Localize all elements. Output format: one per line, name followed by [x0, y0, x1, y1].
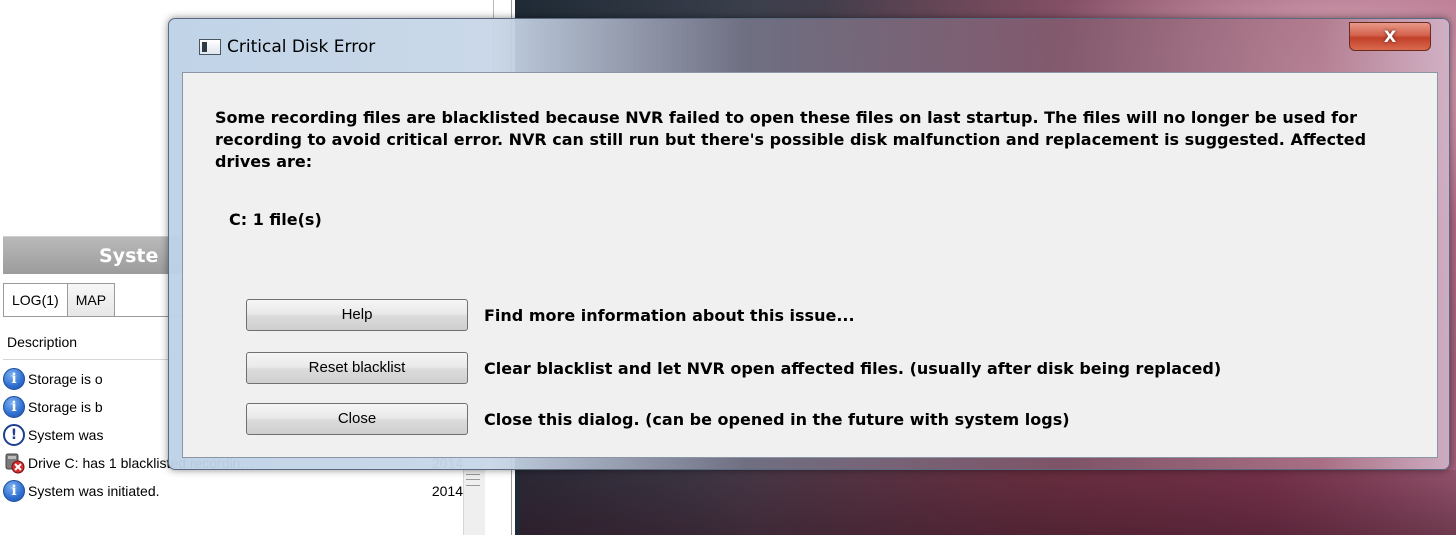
help-button[interactable]: Help: [246, 299, 468, 331]
action-row-help: Help Find more information about this is…: [246, 299, 855, 331]
error-message: Some recording files are blacklisted bec…: [215, 108, 1367, 171]
critical-disk-error-dialog: Critical Disk Error X Some recording fil…: [168, 18, 1450, 470]
reset-blacklist-description: Clear blacklist and let NVR open affecte…: [484, 358, 1222, 378]
help-description: Find more information about this issue..…: [484, 305, 855, 325]
close-window-button[interactable]: X: [1349, 22, 1431, 51]
info-icon: i: [3, 480, 25, 502]
close-description: Close this dialog. (can be opened in the…: [484, 409, 1070, 429]
drive-error-icon: [5, 453, 25, 474]
affected-drives: C: 1 file(s): [229, 210, 322, 229]
tab-map[interactable]: MAP: [66, 283, 116, 317]
tab-log[interactable]: LOG(1): [3, 283, 68, 317]
log-description: System was initiated.: [28, 483, 160, 499]
log-date: 2014: [431, 483, 463, 499]
info-icon: i: [3, 368, 25, 390]
dialog-body: Some recording files are blacklisted bec…: [182, 72, 1438, 458]
close-button[interactable]: Close: [246, 403, 468, 435]
desktop-shade: [520, 470, 1456, 535]
system-log-tabs: LOG(1) MAP: [3, 283, 116, 317]
dialog-titlebar[interactable]: Critical Disk Error X: [169, 19, 1449, 71]
screen: Syste LOG(1) MAP Description i Storage i…: [0, 0, 1456, 535]
action-row-reset: Reset blacklist Clear blacklist and let …: [246, 352, 1221, 384]
table-row[interactable]: i System was initiated. 2014: [3, 477, 463, 505]
warning-icon: !: [3, 424, 25, 446]
dialog-title: Critical Disk Error: [227, 37, 376, 57]
action-row-close: Close Close this dialog. (can be opened …: [246, 403, 1070, 435]
app-window-icon: [199, 39, 221, 55]
info-icon: i: [3, 396, 25, 418]
reset-blacklist-button[interactable]: Reset blacklist: [246, 352, 468, 384]
scrollbar-grip[interactable]: [466, 474, 480, 486]
